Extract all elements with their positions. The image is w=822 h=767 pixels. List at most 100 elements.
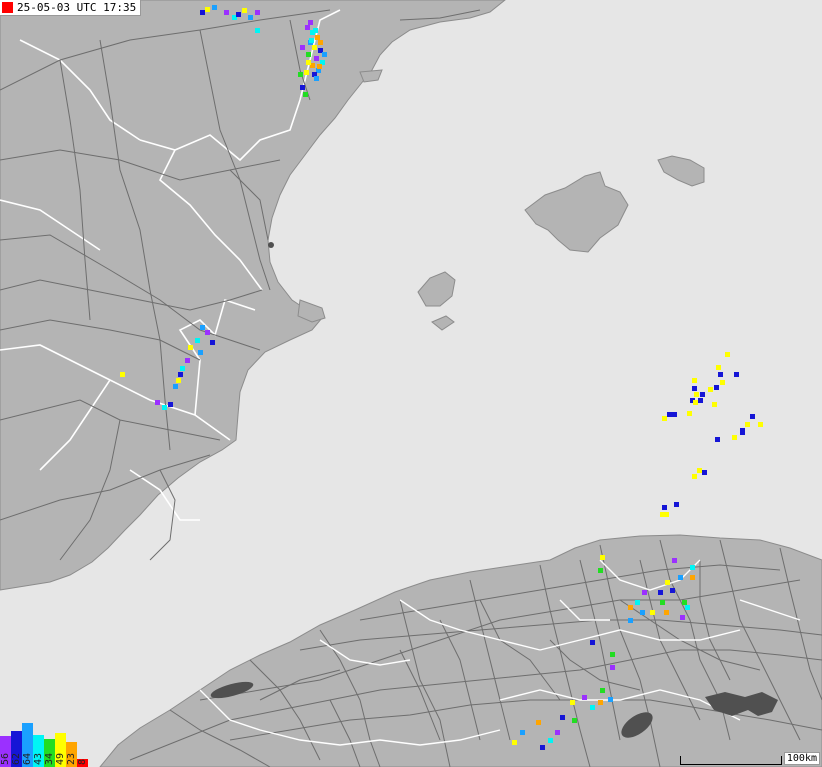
lightning-strike-marker bbox=[635, 600, 640, 605]
lightning-strike-marker bbox=[255, 28, 260, 33]
lightning-strike-marker bbox=[162, 405, 167, 410]
legend-bar: 8 bbox=[77, 759, 88, 767]
lightning-strike-marker bbox=[590, 705, 595, 710]
legend-bar: 34 bbox=[44, 739, 55, 767]
lightning-strike-marker bbox=[210, 340, 215, 345]
lightning-strike-marker bbox=[520, 730, 525, 735]
lightning-strike-marker bbox=[304, 70, 309, 75]
lightning-strike-marker bbox=[750, 414, 755, 419]
lightning-strike-marker bbox=[600, 555, 605, 560]
lightning-strike-marker bbox=[667, 412, 672, 417]
lightning-strike-marker bbox=[303, 92, 308, 97]
lightning-strike-marker bbox=[734, 372, 739, 377]
lightning-strike-marker bbox=[572, 718, 577, 723]
lightning-strike-marker bbox=[716, 365, 721, 370]
lightning-strike-marker bbox=[672, 558, 677, 563]
lightning-strike-marker bbox=[708, 387, 713, 392]
lightning-strike-marker bbox=[173, 384, 178, 389]
lightning-strike-marker bbox=[200, 325, 205, 330]
lightning-strike-marker bbox=[178, 372, 183, 377]
lightning-strike-marker bbox=[712, 402, 717, 407]
lightning-strike-marker bbox=[582, 695, 587, 700]
lightning-strike-marker bbox=[745, 422, 750, 427]
legend-label: 64 bbox=[22, 752, 33, 765]
lightning-strike-marker bbox=[536, 720, 541, 725]
lightning-map[interactable] bbox=[0, 0, 822, 767]
lightning-strike-marker bbox=[670, 588, 675, 593]
lightning-strike-marker bbox=[660, 600, 665, 605]
lightning-strike-marker bbox=[306, 52, 311, 57]
lightning-strike-marker bbox=[236, 12, 241, 17]
lightning-strike-marker bbox=[548, 738, 553, 743]
lightning-strike-marker bbox=[628, 618, 633, 623]
lightning-strike-marker bbox=[308, 20, 313, 25]
lightning-strike-marker bbox=[188, 345, 193, 350]
legend-bar: 64 bbox=[22, 723, 33, 767]
lightning-strike-marker bbox=[300, 85, 305, 90]
lightning-strike-marker bbox=[718, 372, 723, 377]
lightning-strike-marker bbox=[312, 45, 317, 50]
legend-bar: 49 bbox=[55, 733, 66, 767]
lightning-strike-marker bbox=[690, 575, 695, 580]
lightning-strike-marker bbox=[610, 665, 615, 670]
legend-label: 23 bbox=[66, 752, 77, 765]
lightning-strike-marker bbox=[570, 700, 575, 705]
lightning-strike-marker bbox=[692, 386, 697, 391]
lightning-strike-marker bbox=[650, 610, 655, 615]
lightning-strike-marker bbox=[322, 52, 327, 57]
lightning-strike-marker bbox=[314, 56, 319, 61]
lightning-strike-marker bbox=[697, 468, 702, 473]
lightning-strike-marker bbox=[682, 600, 687, 605]
lightning-strike-marker bbox=[687, 411, 692, 416]
lightning-strike-marker bbox=[313, 28, 318, 33]
lightning-strike-marker bbox=[120, 372, 125, 377]
lightning-strike-marker bbox=[309, 38, 314, 43]
lake-small bbox=[268, 242, 274, 248]
lightning-strike-marker bbox=[693, 400, 698, 405]
lightning-strike-marker bbox=[680, 615, 685, 620]
lightning-strike-marker bbox=[195, 338, 200, 343]
legend-label: 62 bbox=[11, 752, 22, 765]
lightning-strike-marker bbox=[205, 7, 210, 12]
legend-bar: 23 bbox=[66, 742, 77, 767]
lightning-strike-marker bbox=[662, 416, 667, 421]
legend: 56 62 64 43 34 49 23 8 bbox=[0, 723, 88, 767]
lightning-strike-marker bbox=[715, 437, 720, 442]
lightning-strike-marker bbox=[512, 740, 517, 745]
lightning-strike-marker bbox=[640, 610, 645, 615]
lightning-strike-marker bbox=[248, 15, 253, 20]
legend-bar: 62 bbox=[11, 731, 22, 767]
lightning-strike-marker bbox=[306, 60, 311, 65]
lightning-strike-marker bbox=[692, 378, 697, 383]
lightning-strike-marker bbox=[628, 605, 633, 610]
lightning-strike-marker bbox=[720, 380, 725, 385]
lightning-strike-marker bbox=[694, 392, 699, 397]
lightning-strike-marker bbox=[205, 330, 210, 335]
lightning-strike-marker bbox=[702, 470, 707, 475]
lightning-strike-marker bbox=[608, 697, 613, 702]
lightning-strike-marker bbox=[658, 590, 663, 595]
lightning-strike-marker bbox=[665, 580, 670, 585]
lightning-strike-marker bbox=[642, 590, 647, 595]
lightning-strike-marker bbox=[692, 474, 697, 479]
lightning-strike-marker bbox=[176, 378, 181, 383]
lightning-strike-marker bbox=[198, 350, 203, 355]
lightning-strike-marker bbox=[714, 385, 719, 390]
lightning-strike-marker bbox=[180, 366, 185, 371]
lightning-strike-marker bbox=[298, 72, 303, 77]
legend-bar: 56 bbox=[0, 736, 11, 767]
timestamp-text: 25-05-03 UTC 17:35 bbox=[17, 1, 137, 14]
lightning-strike-marker bbox=[740, 430, 745, 435]
scale-label: 100km bbox=[783, 752, 820, 765]
lightning-strike-marker bbox=[300, 45, 305, 50]
lightning-strike-marker bbox=[168, 402, 173, 407]
legend-label: 49 bbox=[55, 752, 66, 765]
scale-bar: 100km bbox=[679, 752, 820, 765]
legend-label: 8 bbox=[77, 758, 88, 765]
lightning-strike-marker bbox=[758, 422, 763, 427]
lightning-strike-marker bbox=[698, 398, 703, 403]
lightning-strike-marker bbox=[674, 502, 679, 507]
lightning-strike-marker bbox=[242, 8, 247, 13]
lightning-strike-marker bbox=[224, 10, 229, 15]
lightning-strike-marker bbox=[200, 10, 205, 15]
